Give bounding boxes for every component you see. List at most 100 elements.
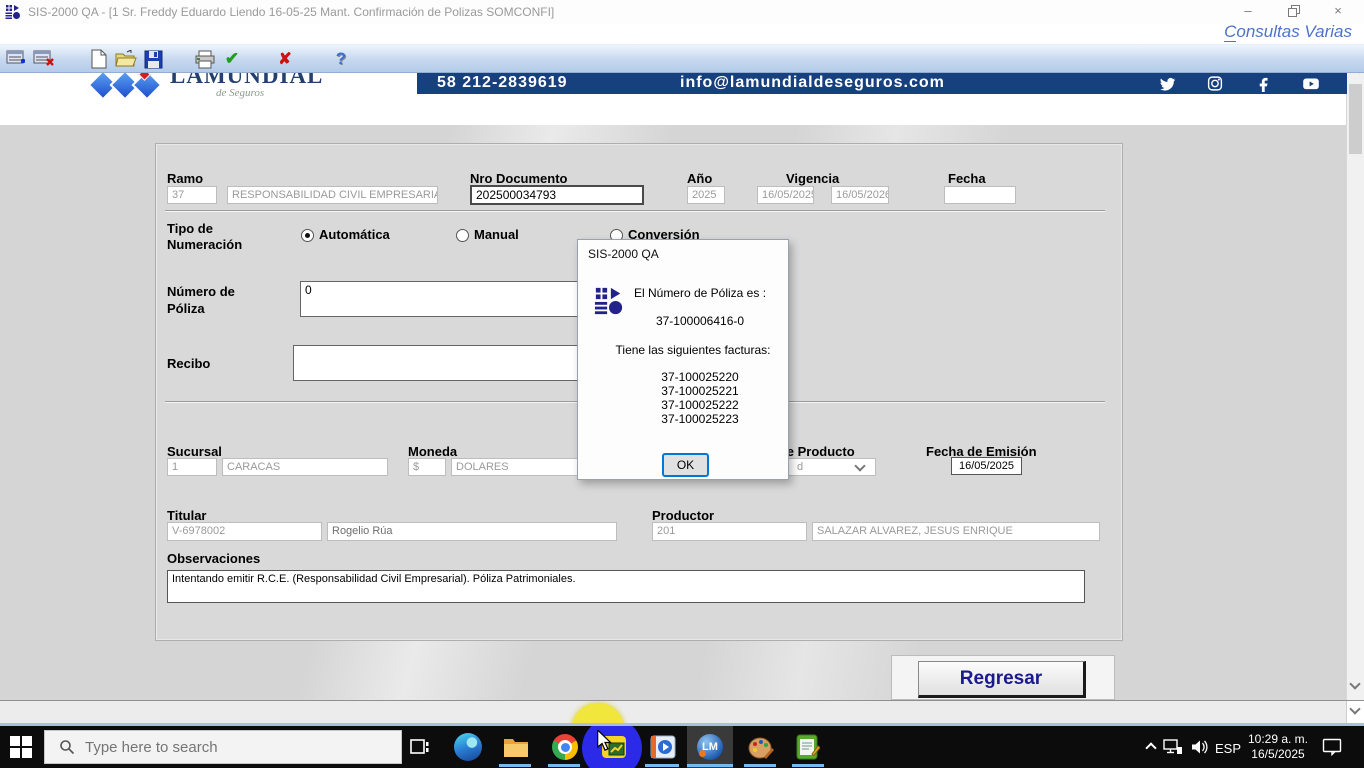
logo-subtext: de Seguros bbox=[216, 87, 264, 99]
la-mundial-app-icon: LM bbox=[697, 734, 723, 760]
network-icon[interactable] bbox=[1163, 739, 1183, 755]
email-address: info@lamundialdeseguros.com bbox=[680, 74, 945, 92]
window-title: SIS-2000 QA - [1 Sr. Freddy Eduardo Lien… bbox=[28, 5, 554, 19]
file-explorer-icon[interactable] bbox=[503, 735, 529, 764]
tray-expand-icon[interactable] bbox=[1145, 742, 1156, 753]
save-button[interactable] bbox=[140, 47, 166, 71]
notes-app-icon[interactable] bbox=[796, 734, 820, 765]
facebook-icon[interactable] bbox=[1254, 75, 1274, 92]
fecha-label: Fecha bbox=[948, 171, 986, 186]
titular-code-field[interactable]: V-6978002 bbox=[167, 522, 322, 541]
screen: SIS-2000 QA - [1 Sr. Freddy Eduardo Lien… bbox=[0, 0, 1364, 768]
scrollbar-thumb[interactable] bbox=[1349, 84, 1362, 154]
search-icon bbox=[59, 739, 75, 755]
phone-number: 58 212-2839619 bbox=[437, 74, 568, 92]
la-mundial-logo: LAMUNDIAL de Seguros bbox=[88, 70, 408, 120]
observaciones-textarea[interactable] bbox=[167, 570, 1085, 603]
ok-button[interactable]: OK bbox=[662, 453, 709, 477]
new-document-button[interactable] bbox=[86, 47, 112, 71]
window-titlebar: SIS-2000 QA - [1 Sr. Freddy Eduardo Lien… bbox=[0, 0, 1364, 24]
running-indicator bbox=[744, 764, 776, 767]
running-indicator bbox=[792, 764, 824, 767]
fecha-emision-field[interactable]: 16/05/2025 bbox=[951, 457, 1022, 475]
instagram-icon[interactable] bbox=[1205, 75, 1225, 92]
tipo-numeracion-label: Tipo de Numeración bbox=[167, 221, 259, 253]
delete-record-icon bbox=[33, 49, 55, 69]
delete-record-button[interactable] bbox=[31, 47, 57, 71]
productor-code-field[interactable]: 201 bbox=[652, 522, 807, 541]
nro-documento-label: Nro Documento bbox=[470, 171, 568, 186]
radio-automatica-label[interactable]: Automática bbox=[319, 227, 390, 242]
titular-label: Titular bbox=[167, 508, 207, 523]
fecha-field[interactable] bbox=[944, 186, 1016, 204]
edge-icon[interactable] bbox=[454, 733, 482, 761]
dialog-message-line2: Tiene las siguientes facturas: bbox=[598, 343, 788, 357]
nro-documento-field[interactable]: 202500034793 bbox=[470, 185, 644, 205]
dialog-invoice-item: 37-100025220 bbox=[616, 370, 784, 384]
task-view-icon[interactable] bbox=[407, 735, 431, 759]
numero-poliza-label: Número de Póliza bbox=[167, 283, 263, 317]
regresar-button[interactable]: Regresar bbox=[918, 661, 1086, 698]
radio-manual[interactable] bbox=[456, 229, 469, 242]
ramo-name-field[interactable]: RESPONSABILIDAD CIVIL EMPRESARIAL bbox=[227, 186, 438, 204]
start-button[interactable] bbox=[10, 736, 32, 758]
scroll-down-icon[interactable] bbox=[1349, 678, 1360, 689]
ramo-code-field[interactable]: 37 bbox=[167, 186, 217, 204]
titular-name-field[interactable]: Rogelio Rúa bbox=[327, 522, 617, 541]
running-indicator bbox=[548, 764, 580, 767]
vigencia-hasta-field[interactable]: 16/05/2026 bbox=[831, 186, 889, 204]
paint-icon[interactable] bbox=[748, 735, 774, 764]
close-button[interactable]: × bbox=[1323, 2, 1353, 20]
print-button[interactable] bbox=[192, 47, 218, 71]
app-icon bbox=[5, 4, 21, 20]
help-button[interactable]: ? bbox=[328, 47, 354, 71]
search-input[interactable] bbox=[85, 739, 365, 756]
regresar-panel: Regresar bbox=[891, 655, 1115, 700]
running-indicator bbox=[687, 764, 733, 767]
open-file-button[interactable] bbox=[113, 47, 139, 71]
add-record-icon bbox=[6, 49, 28, 69]
anio-label: Año bbox=[687, 171, 712, 186]
dialog-invoice-item: 37-100025221 bbox=[616, 384, 784, 398]
check-icon: ✔ bbox=[225, 49, 239, 69]
vertical-scrollbar[interactable] bbox=[1346, 60, 1364, 700]
vigencia-desde-field[interactable]: 16/05/2025 bbox=[757, 186, 814, 204]
productor-label: Productor bbox=[652, 508, 714, 523]
radio-automatica[interactable] bbox=[301, 229, 314, 242]
sucursal-label: Sucursal bbox=[167, 444, 222, 459]
red-x-icon: ✘ bbox=[278, 49, 291, 69]
restore-button[interactable] bbox=[1279, 2, 1309, 20]
vigencia-label: Vigencia bbox=[786, 171, 839, 186]
add-record-button[interactable] bbox=[4, 47, 30, 71]
dialog-message-line1: El Número de Póliza es : bbox=[616, 286, 784, 300]
sucursal-name-field[interactable]: CARACAS bbox=[222, 458, 388, 476]
cancel-button[interactable]: ✘ bbox=[272, 47, 298, 71]
action-center-icon[interactable] bbox=[1322, 738, 1342, 756]
anio-field[interactable]: 2025 bbox=[687, 186, 725, 204]
menu-consultas-varias[interactable]: Consultas Varias bbox=[1224, 22, 1352, 42]
confirm-button[interactable]: ✔ bbox=[219, 47, 245, 71]
help-icon: ? bbox=[336, 49, 346, 69]
click-indicator-yellow bbox=[572, 703, 624, 726]
speaker-icon[interactable] bbox=[1191, 739, 1208, 755]
twitter-icon[interactable] bbox=[1157, 75, 1177, 92]
dropdown-cell[interactable] bbox=[1346, 701, 1364, 724]
moneda-code-field[interactable]: $ bbox=[408, 458, 446, 476]
radio-manual-label[interactable]: Manual bbox=[474, 227, 519, 242]
language-indicator[interactable]: ESP bbox=[1215, 741, 1241, 756]
clock[interactable]: 10:29 a. m. 16/5/2025 bbox=[1246, 732, 1310, 762]
running-indicator bbox=[645, 764, 679, 767]
youtube-icon[interactable] bbox=[1301, 75, 1321, 92]
clock-time: 10:29 a. m. bbox=[1246, 732, 1310, 747]
sucursal-code-field[interactable]: 1 bbox=[167, 458, 217, 476]
open-folder-icon bbox=[115, 50, 137, 68]
media-player-icon[interactable] bbox=[650, 735, 676, 764]
taskbar-search[interactable] bbox=[44, 730, 402, 764]
minimize-button[interactable]: – bbox=[1233, 2, 1263, 20]
productor-name-field[interactable]: SALAZAR ALVAREZ, JESUS ENRIQUE bbox=[812, 522, 1100, 541]
dialog-invoice-item: 37-100025223 bbox=[616, 412, 784, 426]
chrome-icon[interactable] bbox=[552, 734, 578, 760]
taskbar: LM bbox=[0, 726, 1364, 768]
chevron-down-icon[interactable] bbox=[1349, 703, 1360, 714]
la-mundial-app-active[interactable]: LM bbox=[687, 726, 733, 768]
